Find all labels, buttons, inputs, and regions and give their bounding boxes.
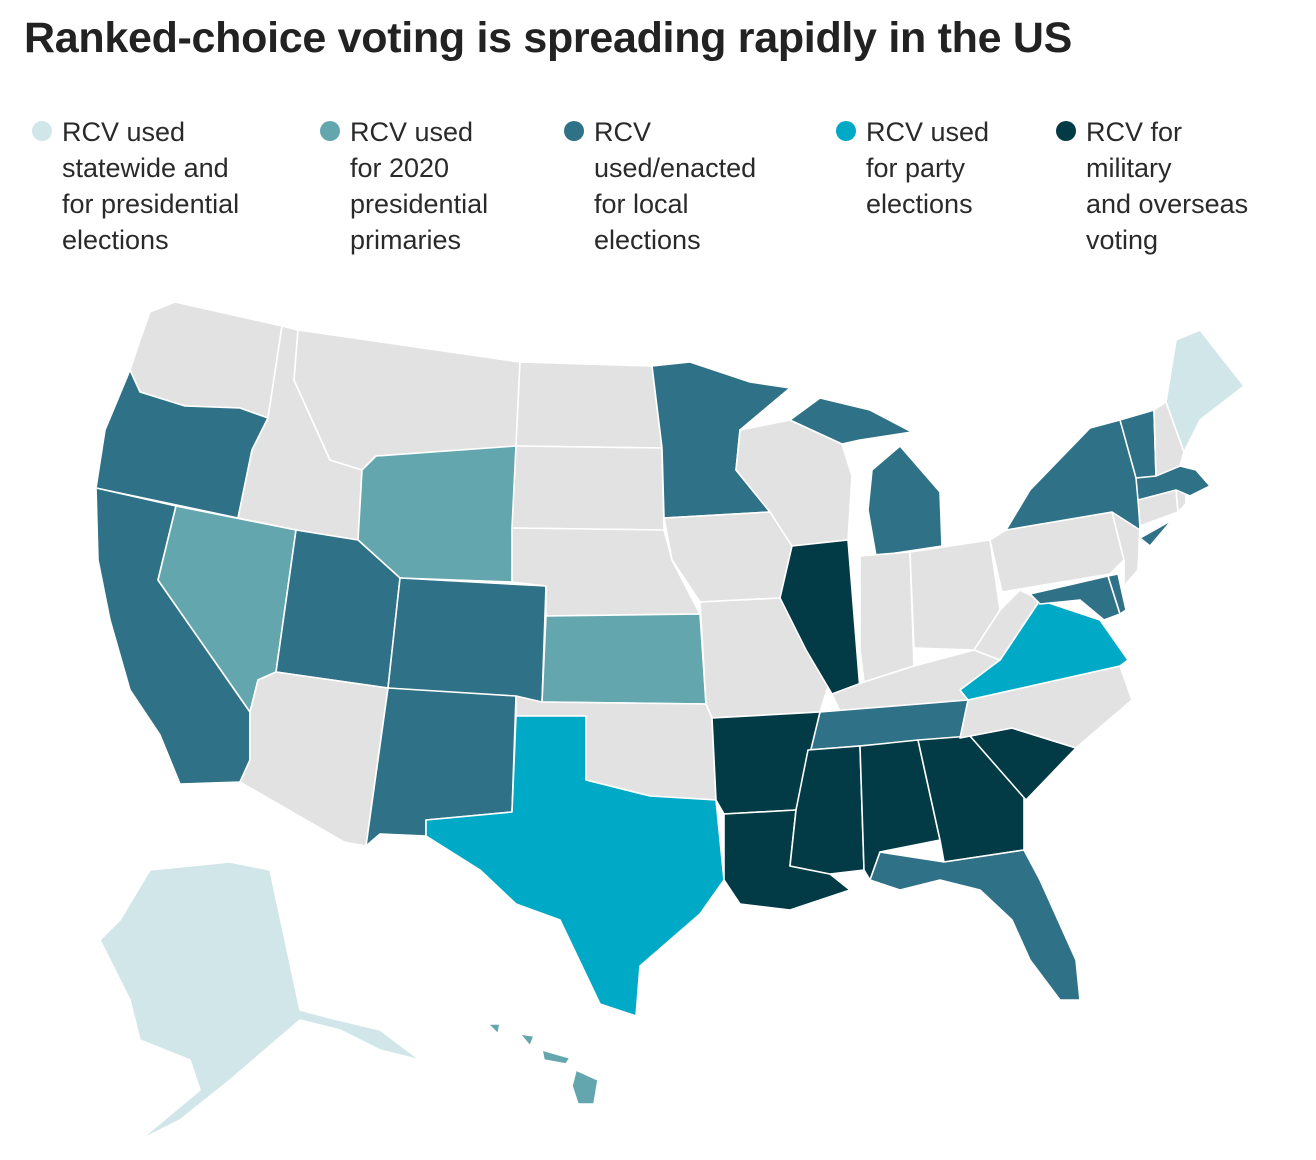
- state-north-dakota: [515, 361, 663, 449]
- state-florida: [869, 849, 1081, 1001]
- state-south-dakota: [511, 445, 665, 531]
- state-maine: [1165, 329, 1245, 453]
- us-map: [95, 301, 1245, 1141]
- state-arizona: [239, 671, 389, 847]
- state-colorado: [387, 577, 547, 703]
- state-alaska: [99, 861, 421, 1141]
- state-kansas: [541, 613, 707, 705]
- state-hawaii: [487, 1023, 599, 1105]
- state-indiana: [859, 551, 915, 683]
